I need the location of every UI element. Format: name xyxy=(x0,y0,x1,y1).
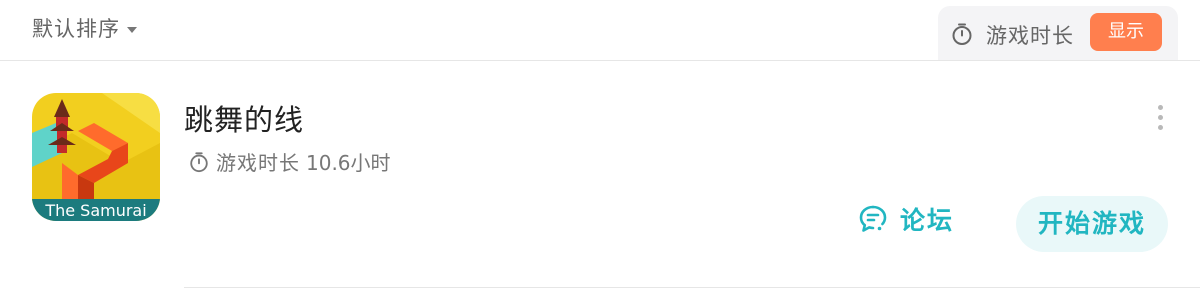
forum-label: 论坛 xyxy=(900,206,955,235)
chat-bubble-icon xyxy=(859,205,887,232)
sort-dropdown[interactable]: 默认排序 xyxy=(32,13,137,43)
list-header: 默认排序 游戏时长 显示 xyxy=(0,0,1200,60)
stopwatch-icon xyxy=(952,23,972,45)
game-icon[interactable]: The Samurai xyxy=(32,93,160,221)
playtime-info: 游戏时长 10.6小时 xyxy=(188,147,391,176)
start-game-button[interactable]: 开始游戏 xyxy=(1016,196,1168,252)
divider xyxy=(184,287,1200,288)
game-list-item[interactable]: The Samurai 跳舞的线 游戏时长 10.6小时 论坛 开始游戏 xyxy=(0,61,1200,298)
playtime-toggle-panel: 游戏时长 显示 xyxy=(938,6,1178,60)
more-options-icon[interactable] xyxy=(1152,105,1168,131)
game-icon-banner: The Samurai xyxy=(44,201,146,220)
stopwatch-icon xyxy=(190,151,208,172)
show-playtime-button[interactable]: 显示 xyxy=(1090,13,1162,51)
caret-down-icon xyxy=(127,26,137,33)
playtime-toggle-label: 游戏时长 xyxy=(986,24,1074,48)
playtime-label: 游戏时长 xyxy=(216,151,300,175)
sort-label: 默认排序 xyxy=(32,17,120,41)
game-title[interactable]: 跳舞的线 xyxy=(184,97,304,139)
forum-button[interactable]: 论坛 xyxy=(858,201,954,237)
playtime-value: 10.6小时 xyxy=(306,151,391,175)
